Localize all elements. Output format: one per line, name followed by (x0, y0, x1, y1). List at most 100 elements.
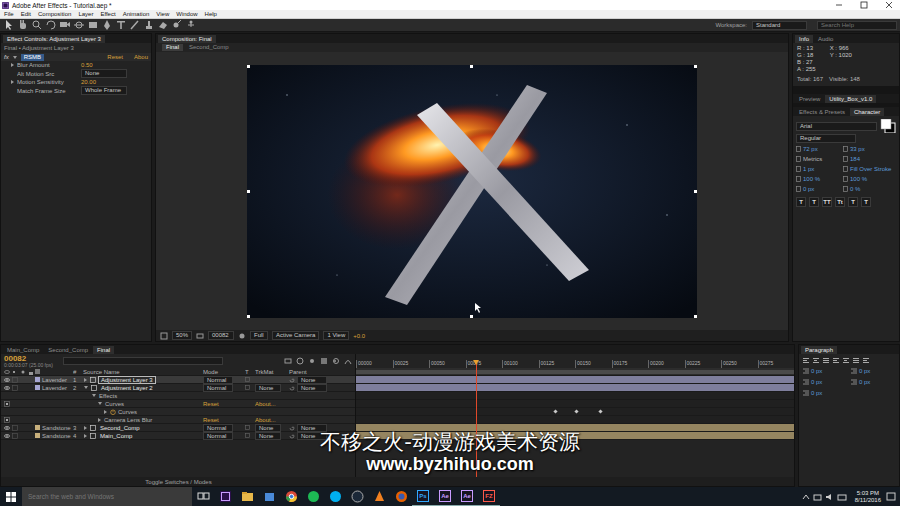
panel-tab[interactable]: Composition: Final (158, 35, 216, 43)
mode-dropdown[interactable]: Normal (203, 424, 233, 432)
taskbar-search-field[interactable] (22, 487, 192, 506)
start-button[interactable] (0, 487, 22, 506)
panel-tab[interactable]: Final (93, 346, 114, 354)
roto-brush-tool-icon[interactable] (171, 19, 183, 31)
property-row[interactable]: CurvesResetAbout... (1, 400, 355, 408)
layer-duration-bar[interactable] (356, 376, 794, 383)
toggle-switches-modes[interactable]: Toggle Switches / Modes (145, 478, 211, 486)
align-text-icon[interactable] (822, 357, 830, 364)
region-icon[interactable] (196, 332, 204, 340)
checkbox-icon[interactable] (12, 425, 18, 431)
camera-tool-icon[interactable] (59, 19, 71, 31)
about-link[interactable]: Abou (134, 53, 148, 61)
trkmat-dropdown[interactable]: None (255, 384, 281, 392)
menu-item[interactable]: View (156, 11, 169, 17)
comp-dropdown[interactable]: Full (250, 331, 268, 340)
layer-search-field[interactable] (63, 357, 223, 365)
taskbar-app[interactable] (390, 487, 412, 506)
parent-dropdown[interactable]: None (297, 424, 327, 432)
trkmat-dropdown[interactable]: None (255, 424, 281, 432)
checkbox-icon[interactable] (245, 433, 250, 438)
taskbar-app[interactable] (236, 487, 258, 506)
taskbar-app[interactable]: Ae (434, 487, 456, 506)
twirl-arrow-icon[interactable] (104, 410, 107, 414)
checkbox-icon[interactable] (12, 385, 18, 391)
character-value[interactable]: 100 % (803, 175, 820, 183)
twirl-arrow-icon[interactable] (84, 434, 87, 438)
hand-tool-icon[interactable] (17, 19, 29, 31)
property-name[interactable]: Curves (118, 408, 137, 416)
checkbox-icon[interactable] (245, 385, 250, 390)
panel-tab[interactable]: Second_Comp (44, 346, 92, 354)
align-text-icon[interactable] (812, 357, 820, 364)
eraser-tool-icon[interactable] (157, 19, 169, 31)
keyboard-icon[interactable] (837, 493, 847, 501)
label-swatch[interactable] (35, 377, 40, 382)
character-value[interactable]: 100 % (850, 175, 867, 183)
pick-whip-icon[interactable] (289, 425, 295, 431)
param-dropdown[interactable]: None (81, 69, 127, 78)
align-text-icon[interactable] (832, 357, 840, 364)
taskbar-app[interactable] (302, 487, 324, 506)
taskbar-app[interactable]: Ae (456, 487, 478, 506)
exposure-value[interactable]: +0.0 (353, 332, 365, 340)
eye-icon[interactable] (4, 385, 10, 391)
panel-tab[interactable]: Preview (795, 95, 824, 103)
rotate-tool-icon[interactable] (45, 19, 57, 31)
layer-name[interactable]: Adjustment Layer 3 (98, 376, 156, 384)
mode-dropdown[interactable]: Normal (203, 432, 233, 440)
twirl-arrow-icon[interactable] (92, 394, 96, 397)
panel-tab[interactable]: Info (795, 35, 813, 43)
puppet-tool-icon[interactable] (185, 19, 197, 31)
current-time-indicator[interactable] (476, 360, 477, 477)
current-time[interactable]: 00082 (4, 355, 53, 363)
selection-tool-icon[interactable] (3, 19, 15, 31)
taskbar-app[interactable]: Ps (412, 487, 434, 506)
taskbar-app[interactable] (280, 487, 302, 506)
param-value[interactable]: 20.00 (81, 78, 96, 86)
menu-item[interactable]: Effect (100, 11, 115, 17)
comp-dropdown[interactable]: 1 View (323, 331, 349, 340)
fill-stroke-swatch-icon[interactable] (880, 119, 896, 133)
frame-blending-icon[interactable] (320, 357, 328, 365)
shy-icon[interactable] (308, 357, 316, 365)
property-row[interactable]: Curves (1, 408, 355, 416)
panel-tab[interactable]: Paragraph (801, 346, 837, 354)
type-tool-icon[interactable] (115, 19, 127, 31)
effect-toggle-icon[interactable] (4, 417, 10, 423)
clone-stamp-tool-icon[interactable] (143, 19, 155, 31)
layer-name[interactable]: Second_Comp (98, 424, 142, 432)
minimize-icon[interactable] (828, 0, 850, 10)
menu-item[interactable]: Layer (78, 11, 93, 17)
menu-item[interactable]: Composition (38, 11, 71, 17)
checkbox-icon[interactable] (12, 377, 18, 383)
align-text-icon[interactable] (862, 357, 870, 364)
maximize-icon[interactable] (853, 0, 875, 10)
paragraph-value[interactable]: 0 px (811, 367, 822, 375)
taskbar-app[interactable] (214, 487, 236, 506)
property-name[interactable]: Effects (99, 392, 117, 400)
panel-tab[interactable]: Utility_Box_v1.0 (825, 95, 876, 103)
layer-duration-bar[interactable] (356, 424, 794, 431)
panel-tab[interactable]: Effect Controls: Adjustment Layer 3 (3, 35, 105, 43)
grid-icon[interactable] (160, 332, 168, 340)
label-swatch[interactable] (35, 425, 40, 430)
style-button[interactable]: Tt (835, 197, 845, 207)
comp-subtab[interactable]: Final (162, 44, 183, 51)
twirl-arrow-icon[interactable] (13, 56, 17, 59)
zoom-tool-icon[interactable] (31, 19, 43, 31)
layer-duration-bar[interactable] (356, 384, 794, 391)
font-style-dropdown[interactable]: Regular (796, 134, 856, 143)
taskbar-app[interactable]: FZ (478, 487, 500, 506)
effect-toggle-icon[interactable] (4, 401, 10, 407)
comp-flowchart-icon[interactable] (284, 357, 292, 365)
motion-blur-icon[interactable] (332, 357, 340, 365)
network-icon[interactable] (813, 493, 822, 501)
checkbox-icon[interactable] (245, 425, 250, 430)
comp-field[interactable]: 00082 (208, 331, 234, 340)
rectangle-tool-icon[interactable] (87, 19, 99, 31)
reset-link[interactable]: Reset (107, 53, 123, 61)
pick-whip-icon[interactable] (289, 385, 295, 391)
mode-dropdown[interactable]: Normal (203, 384, 233, 392)
align-text-icon[interactable] (852, 357, 860, 364)
